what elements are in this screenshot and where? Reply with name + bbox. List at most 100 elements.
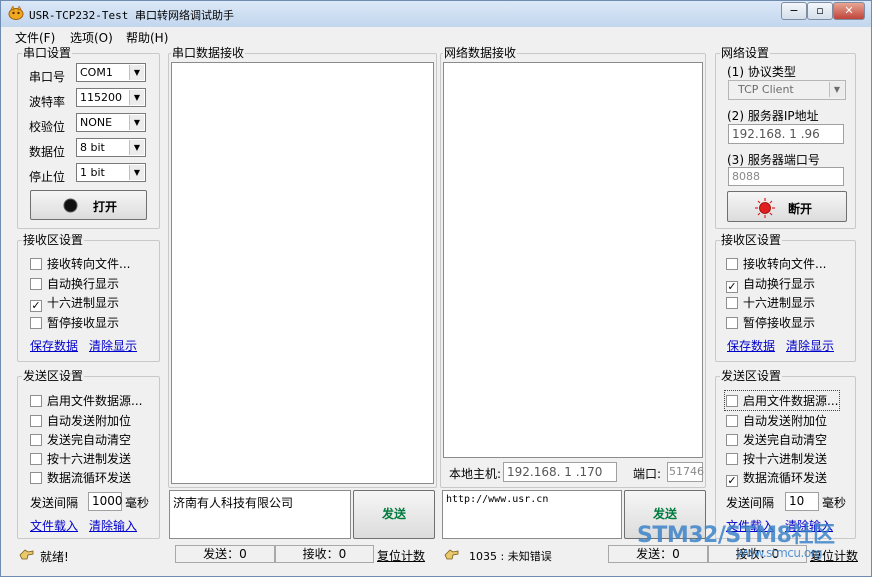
chevron-down-icon: ▼ bbox=[129, 90, 144, 105]
serial-hex-display-checkbox[interactable]: ✓ 十六进制显示 bbox=[30, 294, 119, 312]
baud-label: 波特率 bbox=[29, 95, 66, 109]
serial-auto-clear-checkbox[interactable]: 发送完自动清空 bbox=[30, 431, 131, 448]
serial-auto-append-checkbox[interactable]: 自动发送附加位 bbox=[30, 412, 131, 429]
net-auto-wrap-checkbox[interactable]: ✓ 自动换行显示 bbox=[726, 275, 815, 293]
server-port-input[interactable]: 8088 bbox=[728, 167, 844, 186]
baud-select[interactable]: 115200 ▼ bbox=[76, 88, 146, 107]
parity-label: 校验位 bbox=[29, 120, 66, 134]
net-interval-input[interactable]: 10 bbox=[785, 492, 819, 511]
protocol-label: (1) 协议类型 bbox=[727, 65, 796, 79]
net-auto-append-checkbox[interactable]: 自动发送附加位 bbox=[726, 412, 827, 429]
checkbox-box bbox=[726, 453, 738, 465]
serial-receive-textarea[interactable] bbox=[171, 62, 434, 484]
serial-loop-send-checkbox[interactable]: 数据流循环发送 bbox=[30, 469, 131, 486]
status-hand-icon bbox=[444, 549, 459, 560]
network-status-text: 1035 : 未知错误 bbox=[469, 550, 552, 563]
local-port-field: 51746 bbox=[667, 462, 704, 482]
chevron-down-icon: ▼ bbox=[129, 115, 144, 130]
checkbox-box bbox=[30, 258, 42, 270]
watermark-text: STM32/STM8社区 bbox=[637, 523, 835, 548]
checkbox-box bbox=[30, 317, 42, 329]
checkbox-box bbox=[726, 395, 738, 407]
chevron-down-icon: ▼ bbox=[829, 82, 844, 97]
serial-interval-label: 发送间隔 bbox=[30, 496, 79, 510]
net-interval-unit: 毫秒 bbox=[822, 496, 847, 510]
app-icon bbox=[8, 6, 24, 20]
disconnect-button[interactable]: 断开 bbox=[727, 191, 847, 222]
net-recv-to-file-checkbox[interactable]: 接收转向文件... bbox=[726, 255, 826, 272]
menu-help[interactable]: 帮助(H) bbox=[126, 29, 168, 46]
led-off-icon bbox=[63, 198, 78, 213]
title-bar: USR-TCP232-Test 串口转网络调试助手 − ▫ ✕ bbox=[1, 1, 871, 27]
menu-bar: 文件(F) 选项(O) 帮助(H) bbox=[1, 27, 871, 46]
serial-file-source-checkbox[interactable]: 启用文件数据源... bbox=[30, 392, 142, 409]
serial-received-count: 接收：0 bbox=[275, 545, 374, 563]
net-hex-display-checkbox[interactable]: 十六进制显示 bbox=[726, 294, 815, 311]
databits-select[interactable]: 8 bit ▼ bbox=[76, 138, 146, 157]
local-port-label: 端口: bbox=[633, 467, 662, 481]
serial-clear-display-link[interactable]: 清除显示 bbox=[89, 337, 137, 354]
menu-file[interactable]: 文件(F) bbox=[15, 29, 55, 46]
network-receive-textarea[interactable] bbox=[443, 62, 703, 458]
watermark-url: www.stmcu.org bbox=[736, 546, 823, 560]
checkbox-box bbox=[30, 395, 42, 407]
serial-interval-input[interactable]: 1000 bbox=[88, 492, 123, 511]
port-select[interactable]: COM1 ▼ bbox=[76, 63, 146, 82]
serial-send-button[interactable]: 发送 bbox=[353, 490, 435, 539]
net-hex-send-checkbox[interactable]: 按十六进制发送 bbox=[726, 450, 827, 467]
serial-receive-settings-legend: 接收区设置 bbox=[23, 233, 84, 247]
menu-options[interactable]: 选项(O) bbox=[70, 29, 113, 46]
serial-settings-legend: 串口设置 bbox=[23, 46, 72, 60]
serial-recv-to-file-checkbox[interactable]: 接收转向文件... bbox=[30, 255, 130, 272]
network-send-settings-legend: 发送区设置 bbox=[721, 369, 782, 383]
server-port-label: (3) 服务器端口号 bbox=[727, 153, 820, 167]
serial-reset-count[interactable]: 复位计数 bbox=[377, 547, 425, 564]
protocol-select[interactable]: TCP Client ▼ bbox=[728, 80, 846, 100]
disconnect-label: 断开 bbox=[788, 202, 813, 216]
close-button[interactable]: ✕ bbox=[833, 2, 865, 20]
checkbox-box bbox=[726, 317, 738, 329]
maximize-button[interactable]: ▫ bbox=[807, 2, 833, 20]
open-port-label: 打开 bbox=[93, 200, 118, 214]
net-auto-clear-checkbox[interactable]: 发送完自动清空 bbox=[726, 431, 827, 448]
stopbits-label: 停止位 bbox=[29, 170, 66, 184]
checkbox-box bbox=[726, 415, 738, 427]
network-send-input[interactable]: http://www.usr.cn bbox=[442, 490, 622, 539]
chevron-down-icon: ▼ bbox=[129, 165, 144, 180]
chevron-down-icon: ▼ bbox=[129, 140, 144, 155]
window-title: USR-TCP232-Test 串口转网络调试助手 bbox=[29, 9, 234, 22]
parity-select[interactable]: NONE ▼ bbox=[76, 113, 146, 132]
checkbox-box bbox=[30, 434, 42, 446]
serial-send-input[interactable]: 济南有人科技有限公司 bbox=[169, 490, 351, 539]
net-loop-send-checkbox[interactable]: ✓ 数据流循环发送 bbox=[726, 469, 827, 487]
checkbox-box bbox=[30, 415, 42, 427]
net-save-data-link[interactable]: 保存数据 bbox=[727, 337, 775, 354]
serial-send-settings-legend: 发送区设置 bbox=[23, 369, 84, 383]
net-pause-display-checkbox[interactable]: 暂停接收显示 bbox=[726, 314, 815, 331]
databits-label: 数据位 bbox=[29, 145, 66, 159]
net-interval-label: 发送间隔 bbox=[726, 496, 775, 510]
checkbox-box bbox=[30, 472, 42, 484]
local-host-ip-field: 192.168. 1 .170 bbox=[503, 462, 617, 482]
minimize-button[interactable]: − bbox=[781, 2, 807, 20]
serial-pause-display-checkbox[interactable]: 暂停接收显示 bbox=[30, 314, 119, 331]
serial-status-text: 就绪! bbox=[40, 550, 69, 564]
network-settings-legend: 网络设置 bbox=[721, 46, 770, 60]
serial-clear-input-link[interactable]: 清除输入 bbox=[89, 517, 137, 534]
checkbox-box bbox=[30, 453, 42, 465]
chevron-down-icon: ▼ bbox=[129, 65, 144, 80]
network-receive-settings-legend: 接收区设置 bbox=[721, 233, 782, 247]
open-port-button[interactable]: 打开 bbox=[30, 190, 147, 220]
app-window: USR-TCP232-Test 串口转网络调试助手 − ▫ ✕ 文件(F) 选项… bbox=[0, 0, 872, 577]
serial-save-data-link[interactable]: 保存数据 bbox=[30, 337, 78, 354]
status-hand-icon bbox=[19, 549, 34, 560]
net-clear-display-link[interactable]: 清除显示 bbox=[786, 337, 834, 354]
serial-hex-send-checkbox[interactable]: 按十六进制发送 bbox=[30, 450, 131, 467]
serial-receive-legend: 串口数据接收 bbox=[172, 46, 245, 60]
server-ip-input[interactable]: 192.168. 1 .96 bbox=[728, 124, 844, 144]
net-file-source-checkbox[interactable]: 启用文件数据源... bbox=[723, 390, 841, 411]
serial-sent-count: 发送：0 bbox=[175, 545, 275, 563]
stopbits-select[interactable]: 1 bit ▼ bbox=[76, 163, 146, 182]
serial-file-load-link[interactable]: 文件载入 bbox=[30, 517, 78, 534]
serial-auto-wrap-checkbox[interactable]: 自动换行显示 bbox=[30, 275, 119, 292]
